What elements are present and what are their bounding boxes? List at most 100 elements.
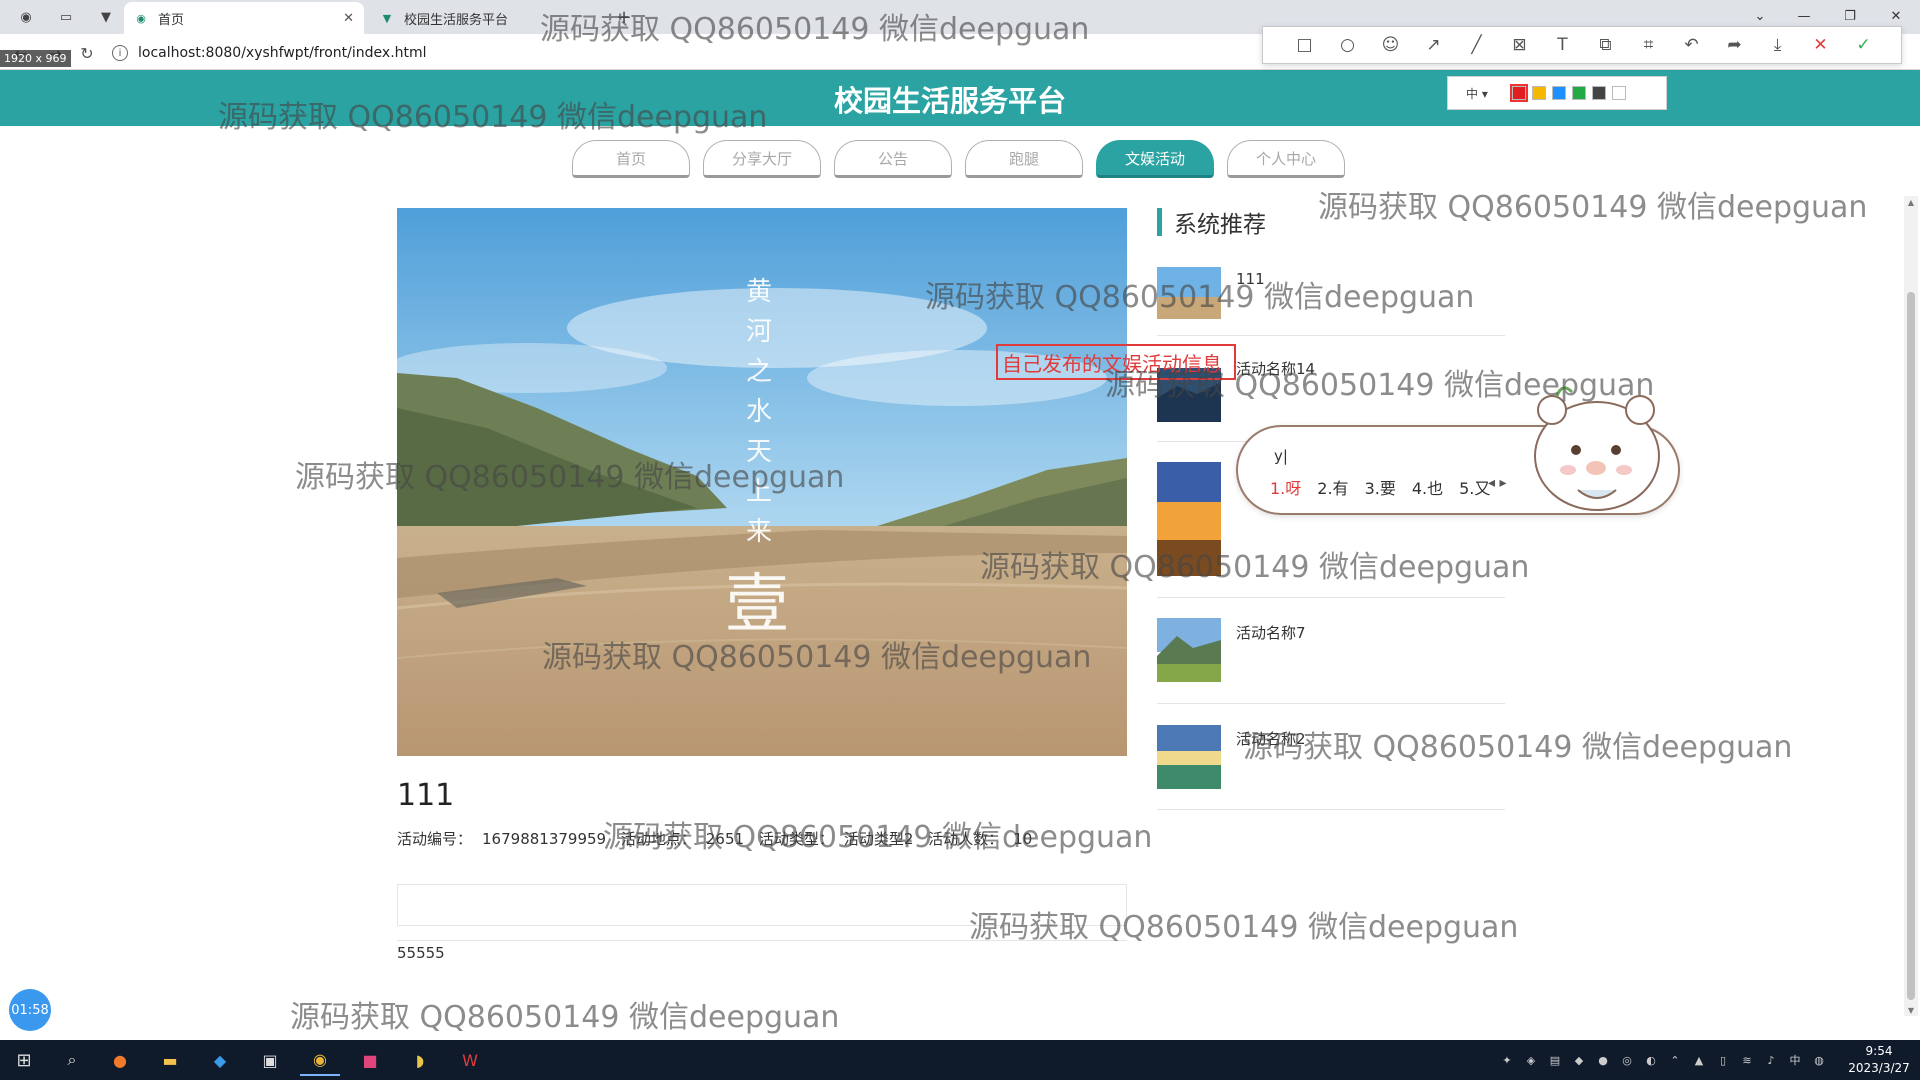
size-dropdown[interactable]: 中 ▾ — [1466, 85, 1506, 102]
activity-content: 55555 — [397, 944, 445, 962]
tray-icon[interactable]: ▲ — [1690, 1051, 1708, 1069]
tray-icon[interactable]: ▤ — [1546, 1051, 1564, 1069]
wifi-icon[interactable]: ≋ — [1738, 1051, 1756, 1069]
undo-icon[interactable]: ↶ — [1670, 30, 1713, 60]
tab-list-icon[interactable]: ▭ — [54, 6, 78, 28]
color-swatch-yellow[interactable] — [1532, 86, 1546, 100]
watermark: 源码获取 QQ86050149 微信deepguan — [925, 280, 1475, 315]
line-icon[interactable]: ╱ — [1455, 30, 1498, 60]
ime-candidate[interactable]: 1.呀 — [1270, 475, 1301, 499]
pin-icon[interactable]: ⧉ — [1584, 30, 1627, 60]
cancel-icon[interactable]: ✕ — [1799, 30, 1842, 60]
nav-announcement[interactable]: 公告 — [834, 140, 952, 178]
chrome-icon[interactable]: ◉ — [300, 1044, 340, 1076]
vscode-icon[interactable]: ◆ — [200, 1044, 240, 1076]
color-swatch-blue[interactable] — [1552, 86, 1566, 100]
taskbar-clock[interactable]: 9:54 2023/3/27 — [1844, 1043, 1914, 1077]
tray-chevron-icon[interactable]: ⌃ — [1666, 1051, 1684, 1069]
ime-candidate[interactable]: 5.又 — [1459, 475, 1490, 499]
watermark: 源码获取 QQ86050149 微信deepguan — [542, 640, 1092, 675]
scroll-down-icon[interactable]: ▼ — [1904, 1004, 1918, 1016]
tray-icon[interactable]: ◆ — [1570, 1051, 1588, 1069]
tray-icon[interactable]: ◈ — [1522, 1051, 1540, 1069]
maximize-button[interactable]: ❐ — [1830, 4, 1870, 28]
nav-entertainment[interactable]: 文娱活动 — [1096, 140, 1214, 178]
ime-indicator[interactable]: 中 — [1786, 1051, 1804, 1069]
tab-label: 首页 — [158, 12, 185, 28]
close-icon[interactable]: ✕ — [343, 11, 354, 26]
tab-home[interactable]: ◉ 首页 ✕ — [124, 2, 364, 34]
emoji-icon[interactable]: ☺ — [1369, 30, 1412, 60]
tray-icon[interactable]: ● — [1594, 1051, 1612, 1069]
ime-candidate[interactable]: 2.有 — [1317, 475, 1348, 499]
intellij-icon[interactable]: ■ — [350, 1044, 390, 1076]
ime-candidate[interactable]: 4.也 — [1412, 475, 1443, 499]
volume-icon[interactable]: ♪ — [1762, 1051, 1780, 1069]
rectangle-icon[interactable]: □ — [1283, 30, 1326, 60]
share-icon[interactable]: ➦ — [1713, 30, 1756, 60]
tab-label: 校园生活服务平台 — [404, 12, 509, 28]
system-tray: ✦ ◈ ▤ ◆ ● ◎ ◐ ⌃ ▲ ▯ ≋ ♪ 中 ◍ — [1498, 1048, 1828, 1072]
watermark: 源码获取 QQ86050149 微信deepguan — [1318, 190, 1868, 225]
color-swatch-white[interactable] — [1612, 86, 1626, 100]
confirm-icon[interactable]: ✓ — [1842, 30, 1885, 60]
download-icon[interactable]: ⤓ — [1756, 30, 1799, 60]
info-icon[interactable]: i — [112, 45, 128, 61]
watermark: 源码获取 QQ86050149 微信deepguan — [540, 12, 1090, 47]
scroll-up-icon[interactable]: ▲ — [1904, 196, 1918, 208]
recommend-thumbnail[interactable] — [1157, 618, 1221, 682]
screenshot-color-panel: 中 ▾ — [1447, 76, 1667, 110]
url-text: localhost:8080/xyshfwpt/front/index.html — [138, 45, 427, 61]
tab-search-icon[interactable]: ⌄ — [1740, 4, 1780, 28]
nav-personal-center[interactable]: 个人中心 — [1227, 140, 1345, 178]
watermark: 源码获取 QQ86050149 微信deepguan — [290, 1000, 840, 1035]
mosaic-icon[interactable]: ⊠ — [1498, 30, 1541, 60]
color-swatch-green[interactable] — [1572, 86, 1586, 100]
page-scrollbar[interactable]: ▲ ▼ — [1904, 196, 1918, 1016]
minimize-button[interactable]: — — [1784, 4, 1824, 28]
ellipse-icon[interactable]: ○ — [1326, 30, 1369, 60]
color-swatch-red[interactable] — [1510, 84, 1528, 102]
text-icon[interactable]: T — [1541, 30, 1584, 60]
screenshot-toolbar: □ ○ ☺ ↗ ╱ ⊠ T ⧉ ⌗ ↶ ➦ ⤓ ✕ ✓ — [1262, 26, 1902, 64]
watermark: 源码获取 QQ86050149 微信deepguan — [1105, 368, 1655, 403]
watermark: 源码获取 QQ86050149 微信deepguan — [218, 100, 768, 135]
nav-errand[interactable]: 跑腿 — [965, 140, 1083, 178]
poem-char: 之 — [746, 357, 772, 387]
arrow-icon[interactable]: ↗ — [1412, 30, 1455, 60]
ime-candidate[interactable]: 3.要 — [1365, 475, 1396, 499]
recommend-thumbnail[interactable] — [1157, 725, 1221, 789]
color-swatch-gray[interactable] — [1592, 86, 1606, 100]
scroll-thumb[interactable] — [1907, 292, 1915, 1000]
taskbar: ⊞ ⌕ ● ▬ ◆ ▣ ◉ ■ ◗ W ✦ ◈ ▤ ◆ ● ◎ ◐ ⌃ ▲ ▯ … — [0, 1040, 1920, 1080]
windows-start-icon[interactable]: ⊞ — [4, 1044, 44, 1076]
tray-icon[interactable]: ◍ — [1810, 1051, 1828, 1069]
tray-icon[interactable]: ▯ — [1714, 1051, 1732, 1069]
firefox-icon[interactable]: ● — [100, 1044, 140, 1076]
navicat-icon[interactable]: ◗ — [400, 1044, 440, 1076]
vue-devtools-icon[interactable]: ▼ — [94, 6, 118, 28]
search-icon[interactable]: ⌕ — [52, 1044, 92, 1076]
ocr-icon[interactable]: ⌗ — [1627, 30, 1670, 60]
tray-icon[interactable]: ◎ — [1618, 1051, 1636, 1069]
recording-timer[interactable]: 01:58 — [9, 989, 51, 1031]
poem-char: 河 — [746, 317, 772, 347]
recommend-item[interactable]: 活动名称7 — [1157, 598, 1505, 704]
nav-home[interactable]: 首页 — [572, 140, 690, 178]
file-explorer-icon[interactable]: ▬ — [150, 1044, 190, 1076]
activity-id-label: 活动编号： — [397, 830, 473, 848]
tray-icon[interactable]: ◐ — [1642, 1051, 1660, 1069]
poem-char: 黄 — [746, 277, 772, 307]
terminal-icon[interactable]: ▣ — [250, 1044, 290, 1076]
reload-icon[interactable]: ↻ — [76, 42, 98, 64]
window-close-button[interactable]: ✕ — [1876, 4, 1916, 28]
tray-icon[interactable]: ✦ — [1498, 1051, 1516, 1069]
browser-menu-icon[interactable]: ◉ — [14, 6, 38, 28]
ime-page-arrows[interactable]: ◂ ▸ — [1488, 475, 1507, 491]
wps-icon[interactable]: W — [450, 1044, 490, 1076]
watermark: 源码获取 QQ86050149 微信deepguan — [295, 460, 845, 495]
globe-icon: ◉ — [136, 11, 146, 25]
recommend-title: 系统推荐 — [1157, 208, 1266, 238]
recommend-label[interactable]: 活动名称7 — [1236, 622, 1306, 643]
nav-share-hall[interactable]: 分享大厅 — [703, 140, 821, 178]
